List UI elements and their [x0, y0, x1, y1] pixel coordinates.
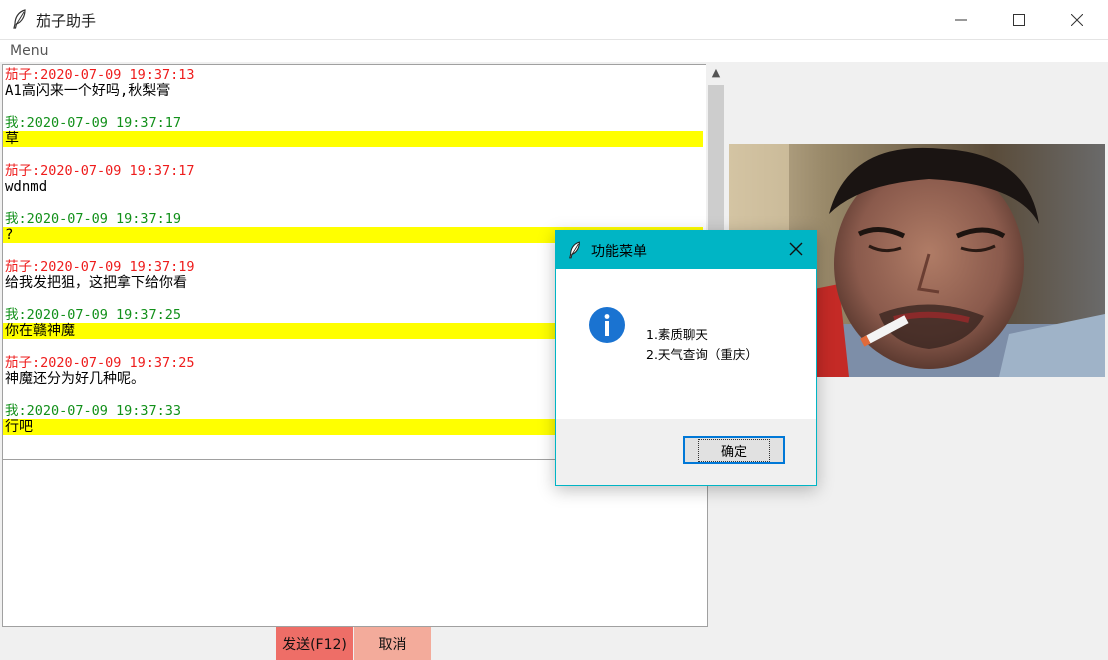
chat-message: 我:2020-07-09 19:37:17 草 — [3, 115, 707, 147]
message-text: 草 — [3, 131, 703, 147]
message-header: 我:2020-07-09 19:37:17 — [5, 115, 182, 131]
chat-message: 茄子:2020-07-09 19:37:13 A1高闪来一个好吗,秋梨膏 — [3, 65, 707, 99]
dialog-title: 功能菜单 — [591, 244, 647, 260]
message-header: 茄子:2020-07-09 19:37:17 — [5, 163, 195, 179]
chat-message: 茄子:2020-07-09 19:37:17 wdnmd — [3, 163, 707, 195]
feather-icon — [569, 241, 580, 259]
message-header: 茄子:2020-07-09 19:37:13 — [5, 67, 195, 83]
window-titlebar: 茄子助手 — [0, 0, 1108, 40]
menu-item-menu[interactable]: Menu — [10, 43, 48, 59]
minimize-button[interactable] — [932, 0, 990, 39]
minimize-icon — [955, 19, 967, 20]
ok-button[interactable]: 确定 — [683, 436, 785, 464]
dialog-titlebar: 功能菜单 — [556, 231, 816, 269]
dialog-line: 1.素质聊天 — [646, 327, 708, 342]
dialog-message: 1.素质聊天 2.天气查询（重庆） — [646, 325, 758, 365]
maximize-icon — [1013, 13, 1025, 26]
info-icon — [589, 307, 625, 343]
close-button[interactable] — [1048, 0, 1106, 39]
dialog-footer: 确定 — [556, 419, 816, 485]
send-button[interactable]: 发送(F12) — [276, 627, 353, 660]
cancel-button[interactable]: 取消 — [354, 627, 431, 660]
message-header: 我:2020-07-09 19:37:19 — [5, 211, 182, 227]
message-text: A1高闪来一个好吗,秋梨膏 — [5, 83, 171, 99]
info-dialog: 功能菜单 1.素质聊天 2.天气查询（重庆） 确定 — [555, 230, 817, 486]
dialog-line: 2.天气查询（重庆） — [646, 347, 758, 362]
menubar: Menu — [0, 40, 1108, 62]
scroll-up-icon[interactable]: ▲ — [706, 66, 726, 84]
ok-button-label: 确定 — [697, 438, 770, 462]
feather-icon — [13, 9, 26, 29]
message-text: wdnmd — [5, 179, 48, 195]
window-title: 茄子助手 — [36, 12, 97, 30]
close-icon — [1071, 13, 1083, 26]
maximize-button[interactable] — [990, 0, 1048, 39]
close-icon[interactable] — [786, 239, 806, 259]
